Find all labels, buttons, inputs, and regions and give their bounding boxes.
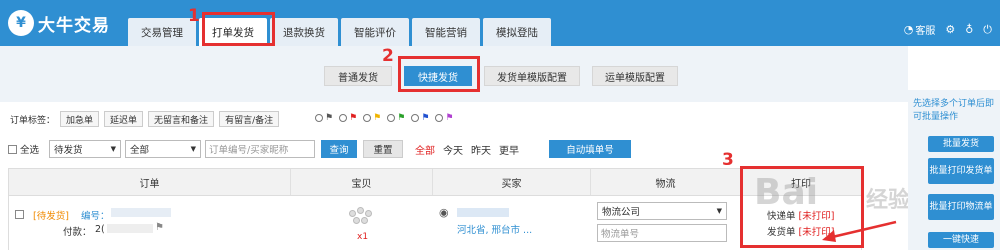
flag-purple-icon: ⚑ (445, 113, 454, 123)
flag-option-blue[interactable]: ⚑ (411, 113, 429, 123)
buyer-name-redacted (457, 208, 509, 217)
select-all-checkbox[interactable] (8, 144, 17, 154)
flag-red-icon: ⚑ (349, 113, 358, 123)
batch-tip: 先选择多个订单后即可批量操作 (913, 99, 995, 122)
flag-icon[interactable]: ⚑ (155, 222, 164, 233)
col-buyer: 买家 (433, 169, 591, 195)
order-status: [待发货] (33, 211, 69, 222)
tag-filter-row: 订单标签： 加急单 延迟单 无留言和备注 有留言/备注 (10, 111, 280, 127)
tag-urgent[interactable]: 加急单 (60, 111, 100, 127)
step2-label: 2 (382, 46, 394, 66)
watermark-text: 经验 (866, 188, 911, 213)
row-checkbox[interactable] (15, 210, 24, 219)
flag-blue-icon: ⚑ (421, 113, 430, 123)
buyer-location[interactable]: 河北省, 邢台市 ... (457, 222, 532, 236)
auto-fill-button[interactable]: 自动填单号 (549, 140, 632, 158)
order-no-label: 编号： (81, 211, 110, 222)
header-tools: ◔ 客服 ⚙ ♁ ⏻ (894, 22, 992, 38)
step3-label: 3 (722, 150, 734, 170)
table-header: 订单 宝贝 买家 物流 打印 (8, 168, 862, 196)
step1-highlight (202, 12, 275, 46)
support-link[interactable]: 客服 (915, 22, 935, 37)
arrow-head (822, 230, 836, 242)
logo-text: 大牛交易 (38, 15, 110, 36)
subtab-waybill-template[interactable]: 运单模版配置 (592, 66, 678, 86)
batch-print-invoice-button[interactable]: 批量打印发货单 (928, 158, 994, 184)
tag-label: 订单标签： (10, 115, 56, 126)
bulb-icon[interactable]: ♁ (965, 23, 973, 36)
paid-label: 付款： (63, 227, 92, 238)
tab-trade-management[interactable]: 交易管理 (128, 18, 196, 46)
tracking-no-input[interactable]: 物流单号 (597, 224, 727, 242)
item-qty: x1 (357, 232, 369, 242)
step2-highlight (398, 56, 480, 92)
order-no-redacted (111, 208, 171, 217)
paid-value: 2( (95, 224, 105, 235)
flag-option-yellow[interactable]: ⚑ (363, 113, 381, 123)
flag-green-icon: ⚑ (397, 113, 406, 123)
range-select[interactable]: 全部 ▼ (125, 140, 202, 158)
subtab-normal-ship[interactable]: 普通发货 (324, 66, 392, 86)
flag-option-green[interactable]: ⚑ (387, 113, 405, 123)
flag-option-gray[interactable]: ⚑ (315, 113, 333, 123)
col-logistics: 物流 (591, 169, 741, 195)
tab-smart-marketing[interactable]: 智能营销 (412, 18, 480, 46)
quick-link-earlier[interactable]: 更早 (499, 142, 519, 157)
quick-link-all[interactable]: 全部 (415, 142, 435, 157)
arrow-annotation (822, 220, 897, 242)
quick-link-today[interactable]: 今天 (443, 142, 463, 157)
query-button[interactable]: 查询 (321, 140, 358, 158)
app-header: ¥ 大牛交易 交易管理 打单发货 退款换货 智能评价 智能营销 模拟登陆 ◔ 客… (0, 0, 1000, 46)
power-icon[interactable]: ⏻ (983, 23, 992, 37)
search-input[interactable]: 订单编号/买家昵称 (205, 140, 316, 158)
col-item: 宝贝 (291, 169, 433, 195)
watermark-logo: Bai (754, 172, 819, 213)
status-select-value: 待发货 (54, 145, 83, 156)
logo-icon: ¥ (8, 10, 34, 36)
support-icon[interactable]: ◔ (904, 23, 914, 36)
batch-print-waybill-button[interactable]: 批量打印物流单 (928, 194, 994, 220)
logistics-select[interactable]: 物流公司 ▼ (597, 202, 727, 220)
logistics-select-value: 物流公司 (602, 207, 641, 218)
tab-simulate-login[interactable]: 模拟登陆 (483, 18, 551, 46)
quick-link-yesterday[interactable]: 昨天 (471, 142, 491, 157)
chevron-down-icon: ▼ (716, 207, 722, 215)
one-click-quick-button[interactable]: 一键快速 (928, 232, 994, 248)
col-order: 订单 (9, 169, 291, 195)
gear-icon[interactable]: ⚙ (945, 23, 955, 36)
select-all-label: 全选 (20, 145, 40, 156)
arrow-shaft (827, 220, 897, 240)
table-row: [待发货] 编号： 付款： 2( ⚑ x1 ◉ 河北省, 邢台市 ... 物流公… (8, 196, 862, 250)
reset-button[interactable]: 重置 (363, 140, 404, 158)
flag-option-purple[interactable]: ⚑ (435, 113, 453, 123)
tag-no-message[interactable]: 无留言和备注 (148, 111, 215, 127)
flag-option-red[interactable]: ⚑ (339, 113, 357, 123)
buyer-icon: ◉ (439, 206, 449, 219)
flag-yellow-icon: ⚑ (373, 113, 382, 123)
logo[interactable]: ¥ 大牛交易 (8, 10, 110, 36)
flag-filter: ⚑ ⚑ ⚑ ⚑ ⚑ ⚑ (315, 113, 459, 123)
batch-panel: 先选择多个订单后即可批量操作 批量发货 批量打印发货单 批量打印物流单 一键快速 (908, 90, 1000, 250)
search-row: 全选 待发货 ▼ 全部 ▼ 订单编号/买家昵称 查询 重置 全部 今天 昨天 更… (8, 140, 632, 158)
step1-label: 1 (188, 6, 200, 26)
paid-value-redacted (107, 224, 153, 233)
tag-delayed[interactable]: 延迟单 (104, 111, 144, 127)
range-select-value: 全部 (130, 145, 150, 156)
chevron-down-icon: ▼ (110, 145, 117, 153)
flag-gray-icon: ⚑ (325, 113, 334, 123)
tag-has-message[interactable]: 有留言/备注 (219, 111, 280, 127)
batch-ship-button[interactable]: 批量发货 (928, 136, 994, 152)
item-thumbnail[interactable] (347, 204, 373, 226)
tab-refund-exchange[interactable]: 退款换货 (270, 18, 338, 46)
chevron-down-icon: ▼ (190, 145, 197, 153)
status-select[interactable]: 待发货 ▼ (49, 140, 122, 158)
tab-smart-review[interactable]: 智能评价 (341, 18, 409, 46)
subtab-invoice-template[interactable]: 发货单模版配置 (484, 66, 580, 86)
